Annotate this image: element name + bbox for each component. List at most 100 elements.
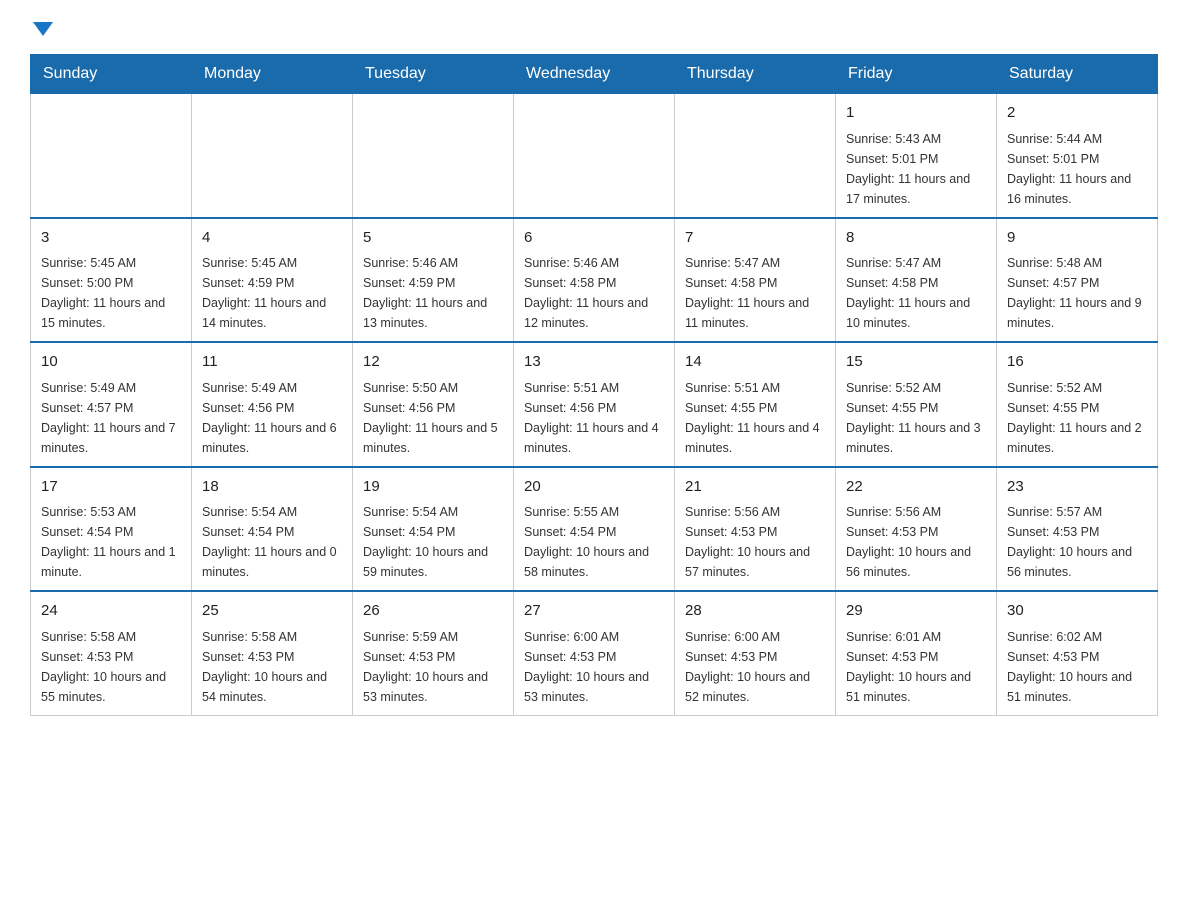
day-sun-info: Sunrise: 5:45 AM Sunset: 5:00 PM Dayligh… <box>41 253 181 333</box>
day-number: 10 <box>41 351 181 374</box>
day-number: 1 <box>846 102 986 125</box>
day-sun-info: Sunrise: 5:58 AM Sunset: 4:53 PM Dayligh… <box>41 627 181 707</box>
calendar-header-row: SundayMondayTuesdayWednesdayThursdayFrid… <box>31 55 1158 94</box>
calendar-day-cell: 23Sunrise: 5:57 AM Sunset: 4:53 PM Dayli… <box>997 467 1158 592</box>
day-number: 12 <box>363 351 503 374</box>
calendar-day-cell <box>675 94 836 218</box>
calendar-week-row: 3 Sunrise: 5:45 AM Sunset: 5:00 PM Daylig… <box>31 218 1158 343</box>
day-number: 3 <box>41 227 181 250</box>
day-sun-info: Sunrise: 5:52 AM Sunset: 4:55 PM Dayligh… <box>846 378 986 458</box>
day-sun-info: Sunrise: 5:58 AM Sunset: 4:53 PM Dayligh… <box>202 627 342 707</box>
day-sun-info: Sunrise: 5:44 AM Sunset: 5:01 PM Dayligh… <box>1007 129 1147 209</box>
calendar-day-cell: 14 Sunrise: 5:51 AM Sunset: 4:55 PM Dayli… <box>675 342 836 467</box>
day-sun-info: Sunrise: 5:45 AM Sunset: 4:59 PM Dayligh… <box>202 253 342 333</box>
day-number: 30 <box>1007 600 1147 623</box>
calendar-day-cell: 3 Sunrise: 5:45 AM Sunset: 5:00 PM Daylig… <box>31 218 192 343</box>
calendar-day-cell: 11Sunrise: 5:49 AM Sunset: 4:56 PM Dayli… <box>192 342 353 467</box>
day-sun-info: Sunrise: 5:51 AM Sunset: 4:55 PM Dayligh… <box>685 378 825 458</box>
day-number: 27 <box>524 600 664 623</box>
calendar-day-cell: 27 Sunrise: 6:00 AM Sunset: 4:53 PM Dayli… <box>514 591 675 715</box>
day-sun-info: Sunrise: 5:52 AM Sunset: 4:55 PM Dayligh… <box>1007 378 1147 458</box>
day-number: 6 <box>524 227 664 250</box>
day-sun-info: Sunrise: 5:47 AM Sunset: 4:58 PM Dayligh… <box>685 253 825 333</box>
calendar-day-cell: 12 Sunrise: 5:50 AM Sunset: 4:56 PM Dayli… <box>353 342 514 467</box>
day-number: 24 <box>41 600 181 623</box>
day-of-week-header: Friday <box>836 55 997 94</box>
calendar-day-cell: 21 Sunrise: 5:56 AM Sunset: 4:53 PM Dayli… <box>675 467 836 592</box>
day-sun-info: Sunrise: 5:46 AM Sunset: 4:59 PM Dayligh… <box>363 253 503 333</box>
day-number: 2 <box>1007 102 1147 125</box>
day-sun-info: Sunrise: 5:54 AM Sunset: 4:54 PM Dayligh… <box>363 502 503 582</box>
calendar-day-cell: 15 Sunrise: 5:52 AM Sunset: 4:55 PM Dayli… <box>836 342 997 467</box>
day-of-week-header: Monday <box>192 55 353 94</box>
calendar-week-row: 17Sunrise: 5:53 AM Sunset: 4:54 PM Dayli… <box>31 467 1158 592</box>
calendar-week-row: 10 Sunrise: 5:49 AM Sunset: 4:57 PM Dayli… <box>31 342 1158 467</box>
day-sun-info: Sunrise: 5:55 AM Sunset: 4:54 PM Dayligh… <box>524 502 664 582</box>
day-sun-info: Sunrise: 5:43 AM Sunset: 5:01 PM Dayligh… <box>846 129 986 209</box>
logo <box>30 20 68 34</box>
day-sun-info: Sunrise: 6:01 AM Sunset: 4:53 PM Dayligh… <box>846 627 986 707</box>
calendar-day-cell <box>353 94 514 218</box>
calendar-day-cell: 20 Sunrise: 5:55 AM Sunset: 4:54 PM Dayli… <box>514 467 675 592</box>
calendar-day-cell <box>514 94 675 218</box>
day-number: 5 <box>363 227 503 250</box>
calendar-day-cell: 10 Sunrise: 5:49 AM Sunset: 4:57 PM Dayli… <box>31 342 192 467</box>
calendar-day-cell: 13 Sunrise: 5:51 AM Sunset: 4:56 PM Dayli… <box>514 342 675 467</box>
calendar-day-cell: 26 Sunrise: 5:59 AM Sunset: 4:53 PM Dayli… <box>353 591 514 715</box>
day-number: 25 <box>202 600 342 623</box>
calendar-day-cell: 8 Sunrise: 5:47 AM Sunset: 4:58 PM Daylig… <box>836 218 997 343</box>
day-number: 11 <box>202 351 342 374</box>
day-number: 26 <box>363 600 503 623</box>
day-sun-info: Sunrise: 5:56 AM Sunset: 4:53 PM Dayligh… <box>846 502 986 582</box>
day-number: 14 <box>685 351 825 374</box>
calendar-day-cell: 9Sunrise: 5:48 AM Sunset: 4:57 PM Daylig… <box>997 218 1158 343</box>
day-number: 19 <box>363 476 503 499</box>
calendar-week-row: 24 Sunrise: 5:58 AM Sunset: 4:53 PM Dayli… <box>31 591 1158 715</box>
day-number: 16 <box>1007 351 1147 374</box>
calendar-day-cell: 16 Sunrise: 5:52 AM Sunset: 4:55 PM Dayli… <box>997 342 1158 467</box>
calendar-day-cell: 17Sunrise: 5:53 AM Sunset: 4:54 PM Dayli… <box>31 467 192 592</box>
day-number: 9 <box>1007 227 1147 250</box>
day-of-week-header: Saturday <box>997 55 1158 94</box>
day-number: 13 <box>524 351 664 374</box>
day-sun-info: Sunrise: 6:02 AM Sunset: 4:53 PM Dayligh… <box>1007 627 1147 707</box>
page-header <box>30 20 1158 34</box>
calendar-day-cell: 6 Sunrise: 5:46 AM Sunset: 4:58 PM Daylig… <box>514 218 675 343</box>
day-number: 7 <box>685 227 825 250</box>
logo-triangle-icon <box>33 22 53 36</box>
calendar-day-cell: 24 Sunrise: 5:58 AM Sunset: 4:53 PM Dayli… <box>31 591 192 715</box>
day-of-week-header: Sunday <box>31 55 192 94</box>
day-of-week-header: Thursday <box>675 55 836 94</box>
day-sun-info: Sunrise: 5:49 AM Sunset: 4:57 PM Dayligh… <box>41 378 181 458</box>
day-sun-info: Sunrise: 5:53 AM Sunset: 4:54 PM Dayligh… <box>41 502 181 582</box>
calendar-day-cell: 19 Sunrise: 5:54 AM Sunset: 4:54 PM Dayli… <box>353 467 514 592</box>
calendar-day-cell: 2 Sunrise: 5:44 AM Sunset: 5:01 PM Daylig… <box>997 94 1158 218</box>
day-sun-info: Sunrise: 5:51 AM Sunset: 4:56 PM Dayligh… <box>524 378 664 458</box>
day-number: 20 <box>524 476 664 499</box>
calendar-table: SundayMondayTuesdayWednesdayThursdayFrid… <box>30 54 1158 716</box>
day-sun-info: Sunrise: 5:46 AM Sunset: 4:58 PM Dayligh… <box>524 253 664 333</box>
day-number: 21 <box>685 476 825 499</box>
day-sun-info: Sunrise: 6:00 AM Sunset: 4:53 PM Dayligh… <box>524 627 664 707</box>
day-sun-info: Sunrise: 5:56 AM Sunset: 4:53 PM Dayligh… <box>685 502 825 582</box>
day-number: 23 <box>1007 476 1147 499</box>
day-number: 8 <box>846 227 986 250</box>
calendar-day-cell <box>31 94 192 218</box>
calendar-week-row: 1 Sunrise: 5:43 AM Sunset: 5:01 PM Daylig… <box>31 94 1158 218</box>
calendar-day-cell: 18 Sunrise: 5:54 AM Sunset: 4:54 PM Dayli… <box>192 467 353 592</box>
day-sun-info: Sunrise: 5:47 AM Sunset: 4:58 PM Dayligh… <box>846 253 986 333</box>
day-number: 18 <box>202 476 342 499</box>
day-number: 28 <box>685 600 825 623</box>
day-number: 15 <box>846 351 986 374</box>
calendar-day-cell: 1 Sunrise: 5:43 AM Sunset: 5:01 PM Daylig… <box>836 94 997 218</box>
day-number: 29 <box>846 600 986 623</box>
day-sun-info: Sunrise: 5:54 AM Sunset: 4:54 PM Dayligh… <box>202 502 342 582</box>
day-sun-info: Sunrise: 6:00 AM Sunset: 4:53 PM Dayligh… <box>685 627 825 707</box>
day-sun-info: Sunrise: 5:50 AM Sunset: 4:56 PM Dayligh… <box>363 378 503 458</box>
day-of-week-header: Tuesday <box>353 55 514 94</box>
calendar-day-cell: 28 Sunrise: 6:00 AM Sunset: 4:53 PM Dayli… <box>675 591 836 715</box>
day-sun-info: Sunrise: 5:59 AM Sunset: 4:53 PM Dayligh… <box>363 627 503 707</box>
calendar-day-cell: 5 Sunrise: 5:46 AM Sunset: 4:59 PM Daylig… <box>353 218 514 343</box>
calendar-day-cell: 22Sunrise: 5:56 AM Sunset: 4:53 PM Dayli… <box>836 467 997 592</box>
calendar-day-cell: 29 Sunrise: 6:01 AM Sunset: 4:53 PM Dayli… <box>836 591 997 715</box>
